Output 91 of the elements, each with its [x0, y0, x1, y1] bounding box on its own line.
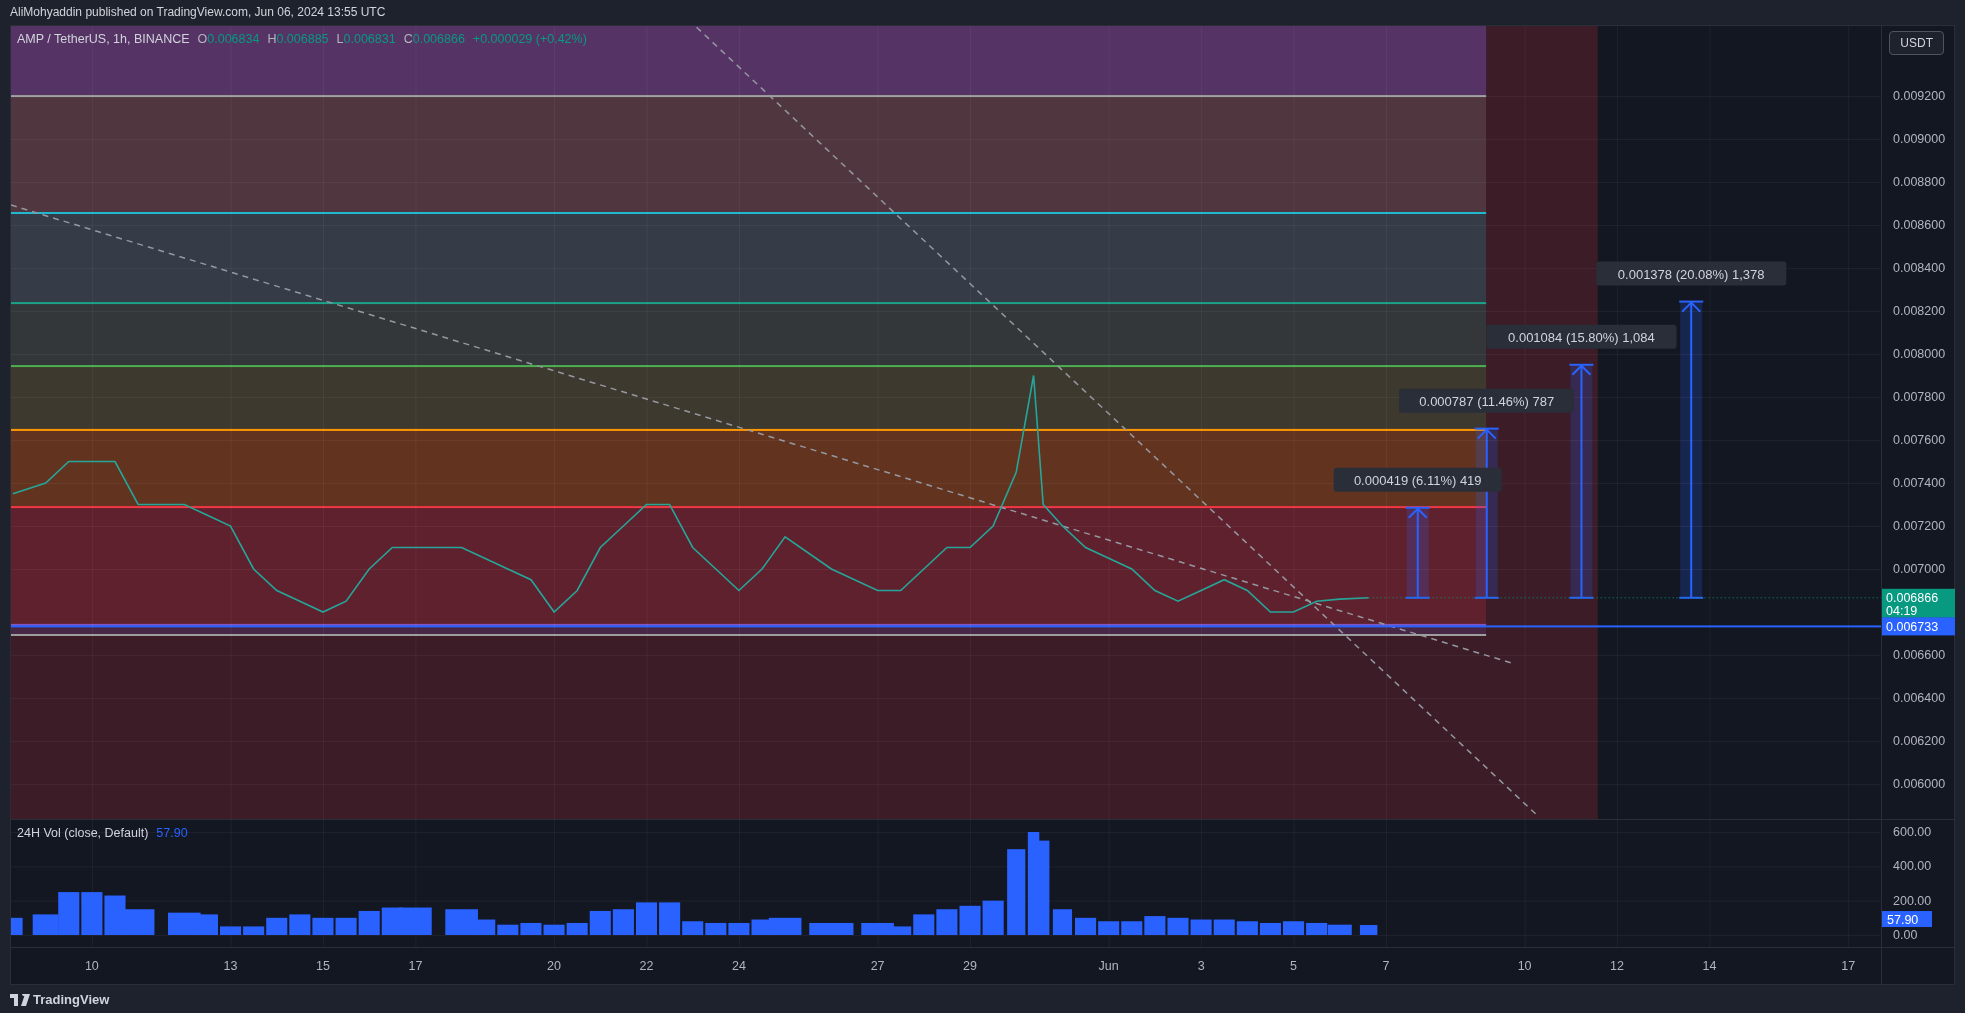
time-axis-label: 5	[1290, 959, 1297, 973]
volume-bar	[936, 909, 958, 935]
volume-axis-label: 0.00	[1893, 928, 1918, 942]
volume-axis-label: 600.00	[1893, 825, 1932, 839]
volume-bar	[358, 910, 380, 935]
price-axis-label: 0.006200	[1893, 733, 1946, 748]
price-axis-label: 0.006000	[1893, 776, 1946, 791]
measure-label: 0.001084 (15.80%) 1,084	[1486, 324, 1677, 349]
volume-bar	[1213, 919, 1235, 935]
volume-axis-label: 200.00	[1893, 893, 1932, 908]
volume-bar	[220, 926, 242, 935]
price-axis-label: 0.008000	[1893, 347, 1946, 362]
volume-bar	[312, 917, 334, 935]
volume-bar	[520, 922, 542, 935]
volume-bar	[335, 917, 357, 935]
volume-bar	[728, 922, 750, 935]
indicator-value: 57.90	[156, 826, 188, 840]
price-axis-label: 0.009200	[1893, 89, 1946, 104]
volume-bar	[612, 909, 634, 935]
volume-bar	[1259, 922, 1281, 935]
volume-bar	[1098, 921, 1120, 935]
ohlc-value: L0.006831	[336, 32, 396, 46]
annotation: 0.000419 (6.11%) 419	[1353, 472, 1482, 488]
time-axis-label: 17	[1841, 959, 1856, 973]
volume-bar	[1167, 917, 1189, 935]
volume-bar	[289, 914, 311, 935]
volume-bar	[1359, 925, 1378, 935]
price-axis-label: 0.008400	[1893, 261, 1946, 276]
publish-info: AliMohyaddin published on TradingView.com, Jun 06, 2024 13:55 UTC	[9, 4, 387, 21]
time-axis-label: 14	[1702, 959, 1717, 973]
price-axis-label: 0.008800	[1893, 175, 1946, 190]
volume-bar	[543, 924, 565, 935]
time-axis-label: 13	[223, 959, 238, 973]
volume-bar	[1283, 921, 1305, 935]
volume-bar	[635, 902, 658, 935]
price-axis-label: 0.007400	[1893, 476, 1946, 490]
volume-bar	[809, 922, 854, 935]
price-tag: 0.006866 04:19	[1882, 588, 1955, 618]
time-axis-label: 12	[1610, 959, 1624, 973]
logo-icon	[10, 994, 30, 1006]
symbol-title: AMP / TetherUS, 1h, BINANCE	[17, 32, 190, 46]
ohlc-value: O0.006834	[197, 32, 260, 46]
brand-name: TradingView	[33, 991, 110, 1010]
volume-bar	[1052, 909, 1073, 935]
price-axis-label: 0.007600	[1893, 433, 1946, 447]
price-axis-label: 0.009000	[1893, 132, 1946, 147]
time-axis-label: 29	[963, 959, 977, 973]
time-axis-label: 7	[1382, 959, 1390, 973]
time-axis-label: 10	[84, 959, 99, 973]
price-tag: 0.006733	[1882, 617, 1955, 636]
time-axis-label: 24	[732, 959, 746, 973]
volume-axis-label: 400.00	[1893, 859, 1932, 874]
time-axis-label: 27	[870, 959, 885, 973]
price-axis-label: 0.006400	[1893, 691, 1946, 705]
price-change: +0.000029 (+0.42%)	[472, 32, 587, 46]
price-axis-label: 0.008200	[1893, 304, 1946, 319]
price-axis-label: 0.008600	[1893, 218, 1946, 233]
price-axis-label: 0.007800	[1893, 390, 1946, 405]
time-axis-label: 3	[1197, 959, 1205, 973]
price-axis-label: 0.007200	[1893, 519, 1946, 533]
annotation: 0.001084 (15.80%) 1,084	[1508, 329, 1655, 345]
volume-bar	[1306, 922, 1328, 935]
ohlc-value: C0.006866	[403, 32, 465, 46]
price-axis-label: 0.006600	[1893, 648, 1946, 662]
volume-bar	[11, 917, 23, 935]
volume-tag: 57.90	[1882, 911, 1932, 928]
time-axis-label: 15	[316, 959, 330, 973]
volume-bar	[81, 892, 103, 935]
measure-label: 0.001378 (20.08%) 1,378	[1596, 261, 1787, 286]
price-axis-label: 0.007000	[1893, 562, 1946, 576]
time-axis-label: 20	[547, 959, 561, 973]
time-axis-label: Jun	[1098, 959, 1119, 973]
annotation: 0.000787 (11.46%) 787	[1419, 393, 1555, 409]
volume-bar	[1144, 916, 1166, 935]
indicator-title: 24H Vol (close, Default)	[17, 826, 149, 840]
time-axis-label: 10	[1517, 959, 1532, 973]
volume-bar	[982, 900, 1004, 935]
volume-bar	[1327, 924, 1352, 935]
time-axis-label: 17	[408, 959, 423, 973]
ohlc-value: H0.006885	[267, 32, 329, 46]
volume-bar	[1075, 917, 1097, 935]
measure-label: 0.000419 (6.11%) 419	[1333, 467, 1502, 492]
volume-bar	[1236, 921, 1258, 935]
volume-bar	[1121, 921, 1143, 935]
volume-bar	[1190, 919, 1212, 935]
volume-bar	[959, 905, 981, 935]
annotation: 0.001378 (20.08%) 1,378	[1617, 266, 1765, 282]
measure-label: 0.000787 (11.46%) 787	[1399, 388, 1575, 413]
volume-bar	[705, 922, 727, 935]
time-axis-label: 22	[639, 959, 654, 973]
currency-button[interactable]: USDT	[1889, 31, 1944, 55]
